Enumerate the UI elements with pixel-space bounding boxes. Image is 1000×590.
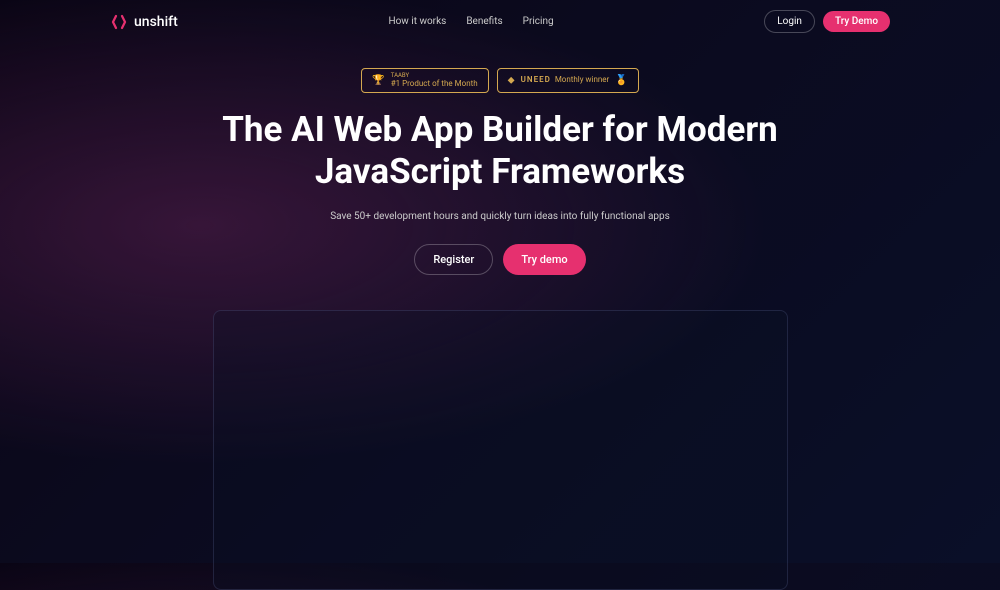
bolt-icon: ⬥ bbox=[508, 75, 515, 86]
badge-brand: UNEED bbox=[521, 76, 551, 85]
login-button[interactable]: Login bbox=[764, 10, 815, 33]
medal-icon: 🏅 bbox=[615, 75, 627, 86]
logo[interactable]: unshift bbox=[110, 13, 178, 31]
nav-pricing[interactable]: Pricing bbox=[523, 16, 554, 27]
trophy-icon: 🏆 bbox=[372, 75, 384, 86]
main-nav: How it works Benefits Pricing bbox=[388, 16, 553, 27]
demo-video-area[interactable] bbox=[213, 310, 788, 590]
header-actions: Login Try Demo bbox=[764, 10, 890, 33]
badge-product-month[interactable]: 🏆 TAABY #1 Product of the Month bbox=[361, 68, 488, 93]
award-badges: 🏆 TAABY #1 Product of the Month ⬥ UNEED … bbox=[361, 68, 638, 93]
logo-icon bbox=[110, 13, 128, 31]
nav-how-it-works[interactable]: How it works bbox=[388, 16, 446, 27]
hero-title: The AI Web App Builder for Modern JavaSc… bbox=[200, 109, 800, 193]
badge-title: Monthly winner bbox=[555, 76, 609, 85]
hero-actions: Register Try demo bbox=[414, 244, 585, 275]
hero-subtitle: Save 50+ development hours and quickly t… bbox=[330, 211, 670, 222]
badge-title: #1 Product of the Month bbox=[391, 80, 478, 89]
logo-text: unshift bbox=[134, 14, 178, 30]
register-button[interactable]: Register bbox=[414, 244, 493, 275]
nav-benefits[interactable]: Benefits bbox=[466, 16, 502, 27]
badge-monthly-winner[interactable]: ⬥ UNEED Monthly winner 🏅 bbox=[497, 68, 639, 93]
try-demo-hero-button[interactable]: Try demo bbox=[503, 244, 585, 275]
try-demo-header-button[interactable]: Try Demo bbox=[823, 11, 890, 32]
hero-section: 🏆 TAABY #1 Product of the Month ⬥ UNEED … bbox=[0, 43, 1000, 590]
